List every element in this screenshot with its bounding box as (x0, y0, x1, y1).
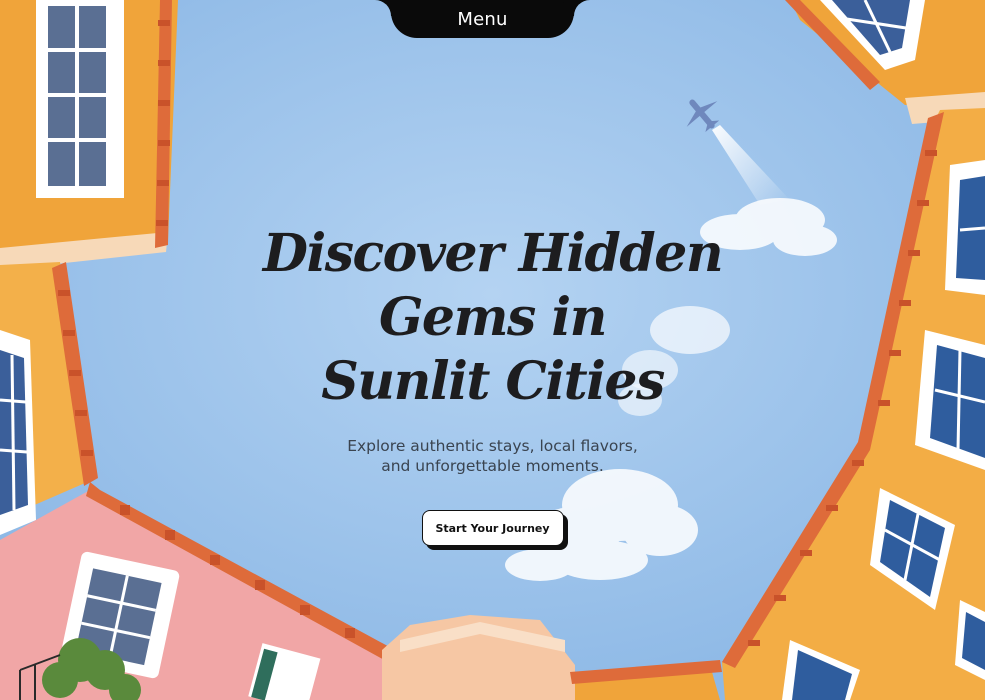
cta-container: Start Your Journey (421, 510, 568, 550)
menu-button[interactable]: Menu (391, 0, 574, 38)
hero-title-line1: Discover Hidden Gems in (262, 223, 724, 348)
start-journey-button[interactable]: Start Your Journey (421, 510, 564, 546)
hero-subtitle: Explore authentic stays, local flavors, … (333, 436, 653, 476)
hero-title: Discover Hidden Gems in Sunlit Cities (183, 222, 803, 414)
hero-subtitle-line2: and unforgettable moments. (381, 457, 604, 475)
hero-title-line2: Sunlit Cities (321, 351, 665, 412)
hero-section: Discover Hidden Gems in Sunlit Cities Ex… (0, 222, 985, 550)
menu-label: Menu (457, 8, 508, 30)
hero-subtitle-line1: Explore authentic stays, local flavors, (347, 437, 638, 455)
